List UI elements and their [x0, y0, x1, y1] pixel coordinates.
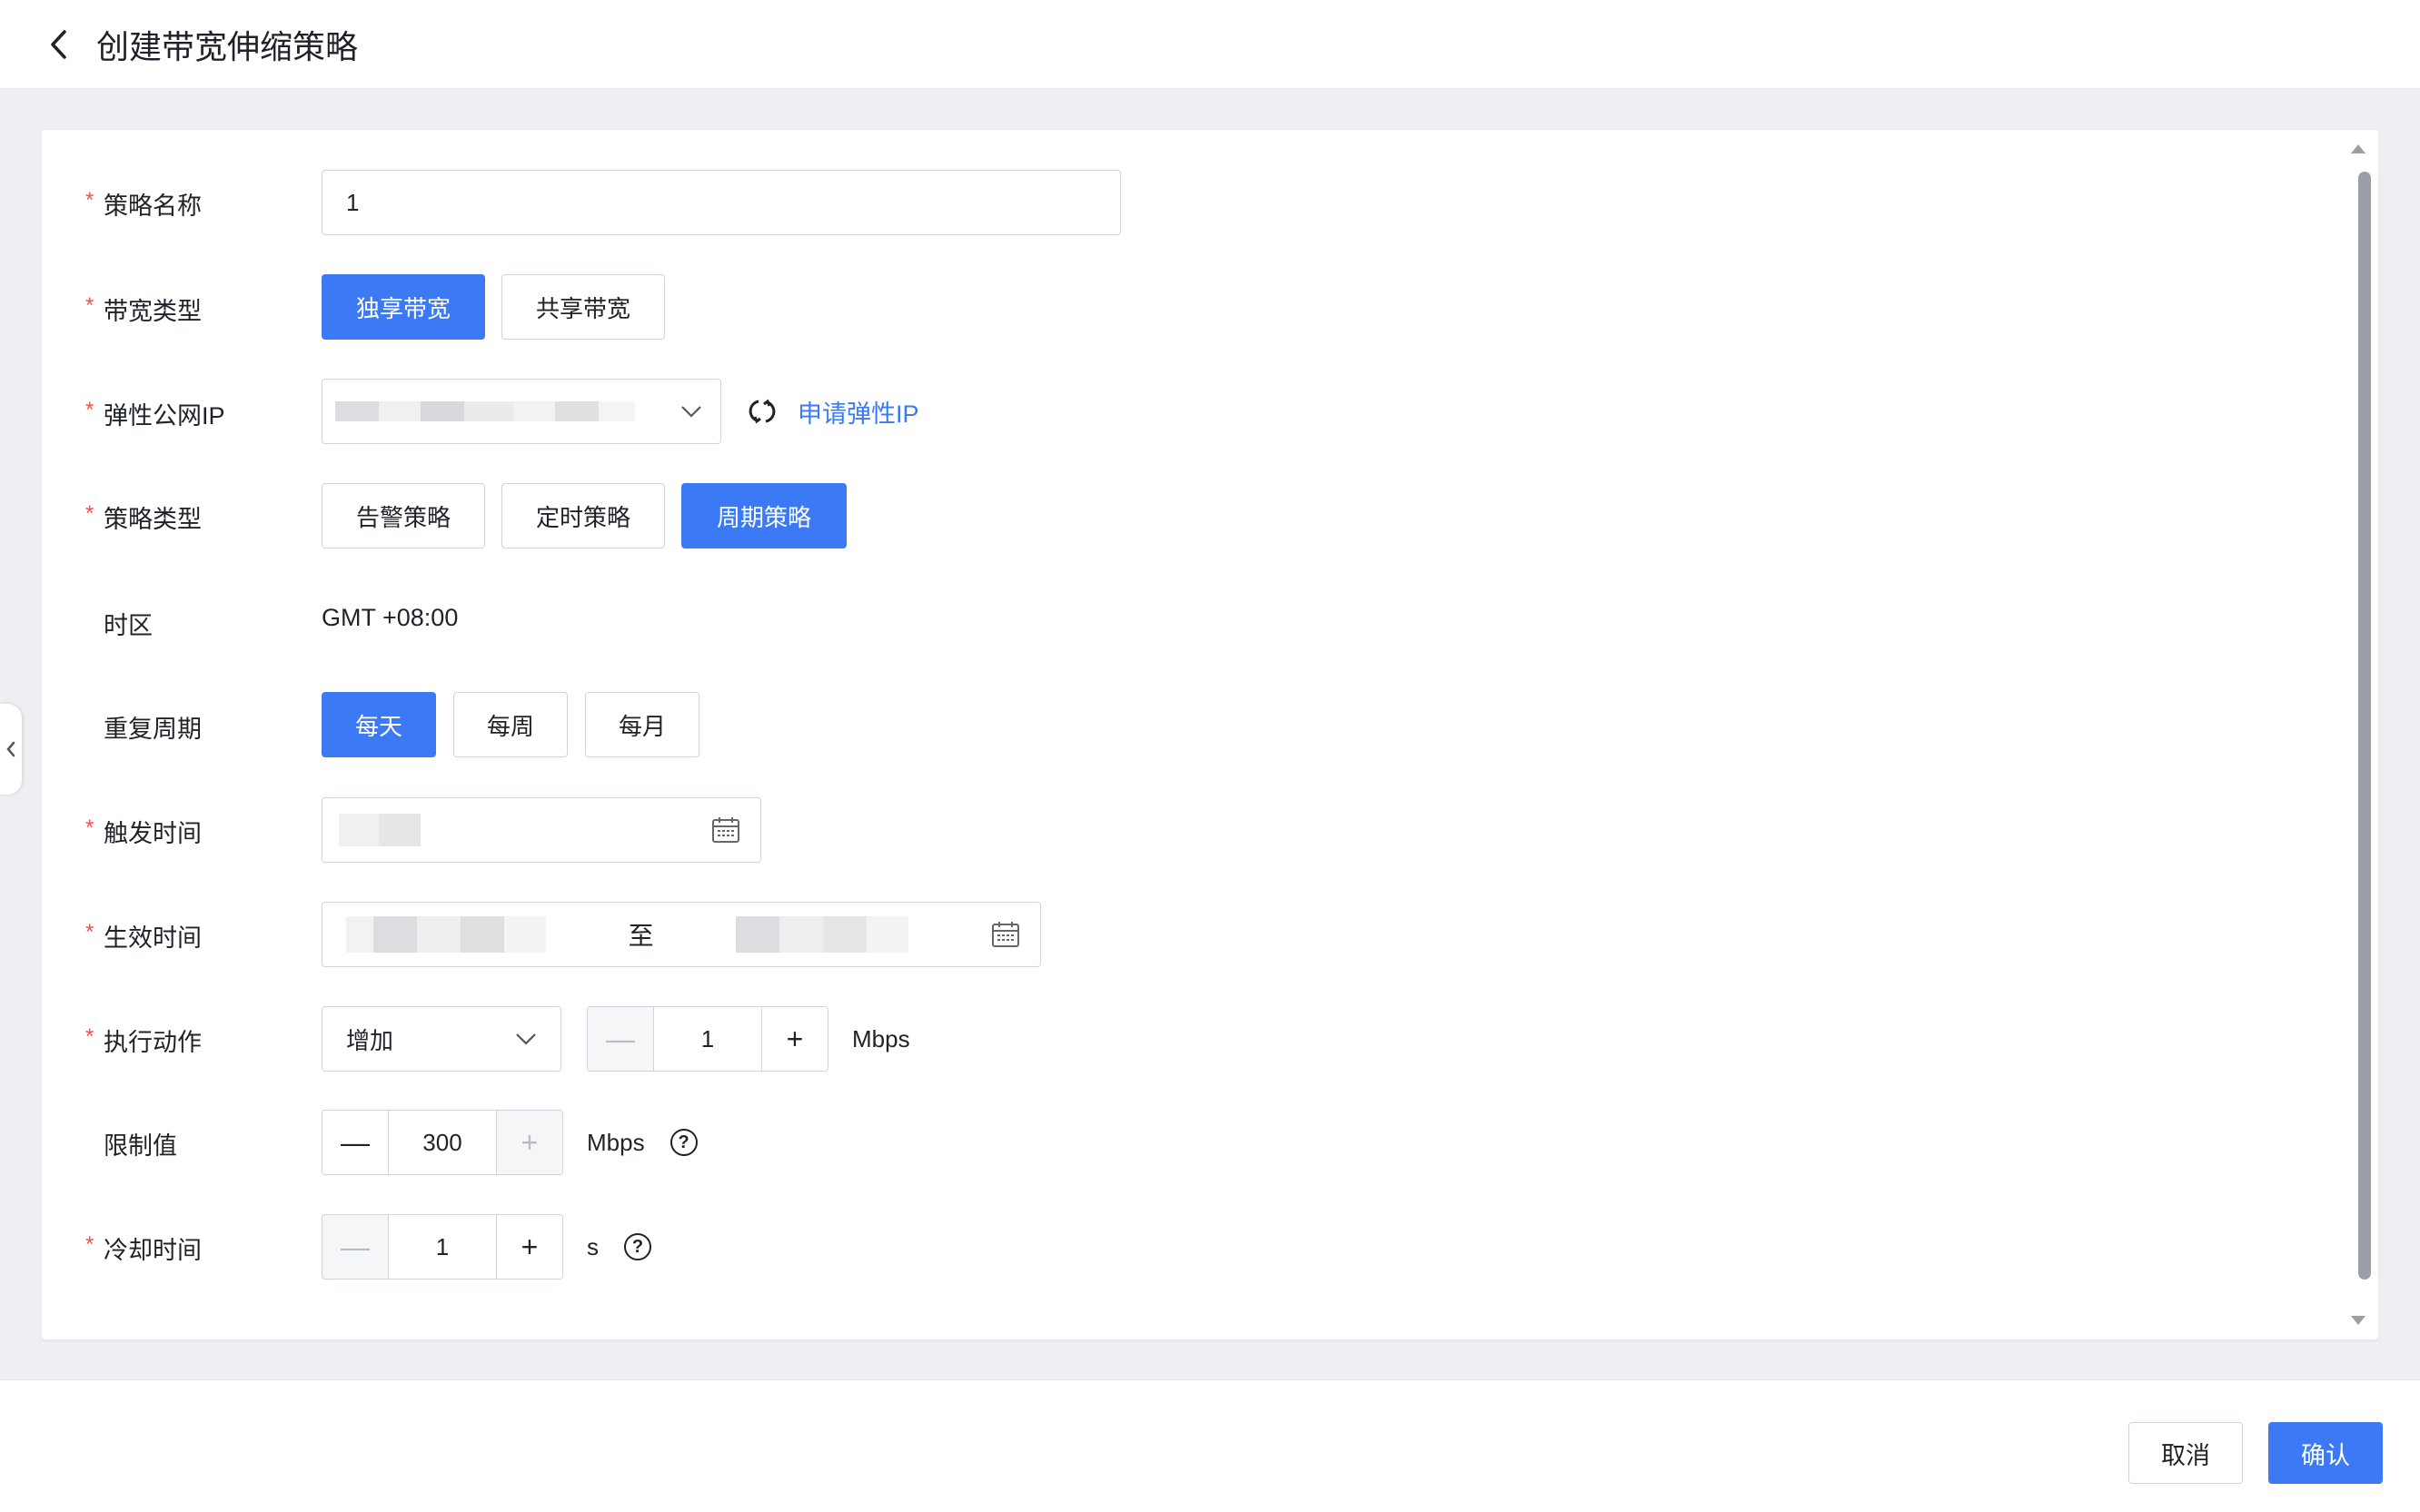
scroll-up-arrow[interactable]	[2351, 144, 2365, 153]
policy-name-input[interactable]: 1	[322, 170, 1121, 235]
cooldown-unit: s	[587, 1232, 599, 1260]
help-icon[interactable]: ?	[669, 1129, 698, 1156]
limit-label: 限制值	[104, 1132, 177, 1160]
limit-unit: Mbps	[587, 1128, 645, 1156]
policy-name-label: * 策略名称	[85, 188, 202, 220]
decrease-icon[interactable]: —	[322, 1111, 388, 1174]
repeat-weekly-button[interactable]: 每周	[453, 692, 568, 757]
timezone-label: 时区	[104, 612, 153, 639]
repeat-cycle-label: 重复周期	[104, 716, 202, 743]
action-label: * 执行动作	[85, 1024, 202, 1056]
page-footer: 取消 确认	[0, 1379, 2420, 1512]
effective-time-label: * 生效时间	[85, 920, 202, 952]
bandwidth-type-label: * 带宽类型	[85, 293, 202, 325]
range-separator: 至	[628, 922, 654, 950]
cooldown-label: * 冷却时间	[85, 1232, 202, 1264]
page-title: 创建带宽伸缩策略	[96, 27, 359, 65]
action-amount-value[interactable]: 1	[653, 1007, 762, 1071]
eip-masked-value	[335, 391, 635, 431]
eip-label: * 弹性公网IP	[85, 398, 225, 430]
page-header: 创建带宽伸缩策略	[0, 0, 2420, 89]
chevron-down-icon	[516, 1033, 536, 1045]
sidebar-collapse-tab[interactable]	[0, 704, 22, 795]
bandwidth-exclusive-button[interactable]: 独享带宽	[322, 274, 485, 340]
increase-icon[interactable]: +	[762, 1007, 828, 1071]
back-icon[interactable]	[45, 26, 73, 63]
action-unit: Mbps	[852, 1024, 910, 1052]
form-card: * 策略名称 1 * 带宽类型 独享带宽 共享带宽 * 弹性公网IP 申请弹性IP *…	[42, 130, 2378, 1339]
calendar-icon	[712, 817, 739, 843]
action-select[interactable]: 增加	[322, 1006, 561, 1072]
scroll-down-arrow[interactable]	[2351, 1316, 2365, 1325]
calendar-icon	[991, 922, 1019, 947]
policy-type-label: * 策略类型	[85, 501, 202, 533]
effective-end-masked-value	[736, 914, 909, 954]
repeat-daily-button[interactable]: 每天	[322, 692, 436, 757]
chevron-down-icon	[681, 406, 701, 418]
limit-value[interactable]: 300	[388, 1111, 497, 1174]
decrease-icon[interactable]: —	[322, 1215, 388, 1279]
apply-eip-link[interactable]: 申请弹性IP	[798, 394, 919, 430]
repeat-monthly-button[interactable]: 每月	[585, 692, 699, 757]
effective-start-masked-value	[346, 914, 546, 954]
action-amount-stepper: — 1 +	[587, 1006, 828, 1072]
increase-icon[interactable]: +	[497, 1111, 562, 1174]
confirm-button[interactable]: 确认	[2268, 1422, 2383, 1484]
limit-stepper: — 300 +	[322, 1110, 563, 1175]
policy-periodic-button[interactable]: 周期策略	[681, 483, 847, 548]
refresh-icon[interactable]	[747, 396, 778, 427]
effective-time-range-picker[interactable]: 至	[322, 902, 1041, 967]
trigger-time-label: * 触发时间	[85, 815, 202, 847]
scrollbar-thumb[interactable]	[2358, 172, 2371, 1280]
timezone-value: GMT +08:00	[322, 604, 459, 631]
cancel-button[interactable]: 取消	[2128, 1422, 2243, 1484]
policy-scheduled-button[interactable]: 定时策略	[501, 483, 665, 548]
trigger-time-picker[interactable]	[322, 797, 761, 863]
cooldown-stepper: — 1 +	[322, 1214, 563, 1280]
cooldown-value[interactable]: 1	[388, 1215, 497, 1279]
bandwidth-shared-button[interactable]: 共享带宽	[501, 274, 665, 340]
trigger-time-masked-value	[339, 810, 421, 850]
eip-select[interactable]	[322, 379, 721, 444]
help-icon[interactable]: ?	[624, 1233, 651, 1260]
chevron-left-icon	[6, 741, 15, 757]
decrease-icon[interactable]: —	[588, 1007, 653, 1071]
policy-alarm-button[interactable]: 告警策略	[322, 483, 485, 548]
increase-icon[interactable]: +	[497, 1215, 562, 1279]
